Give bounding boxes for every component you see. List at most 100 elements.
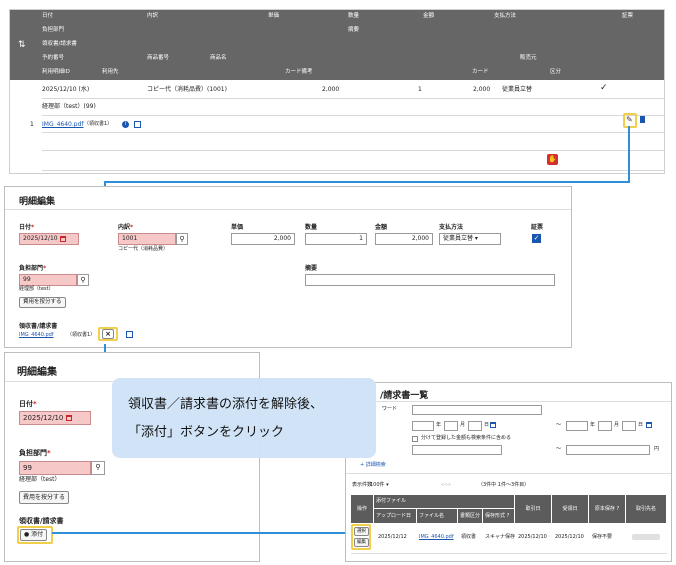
date-input[interactable]: 2025/12/10: [19, 411, 91, 425]
voucher-checkbox[interactable]: ✓: [532, 234, 541, 243]
unit-input[interactable]: 2,000: [231, 233, 295, 245]
attach-button[interactable]: ● 添付: [20, 529, 48, 541]
col-op: 操作: [351, 495, 373, 523]
date-to-year[interactable]: [566, 421, 588, 431]
date-label: 日付*: [19, 400, 37, 408]
col-method: 保存形式 ?: [483, 509, 514, 523]
col-upload: アップロード日: [374, 509, 416, 523]
receipt-file-note: （領収書1）: [67, 332, 96, 338]
header-item: 内訳: [147, 13, 159, 19]
keyword-input[interactable]: [412, 405, 542, 415]
header-category: 区分: [550, 69, 562, 75]
count-label: 表示件数: [352, 482, 373, 488]
detail-search-link[interactable]: + 詳細検索: [360, 461, 386, 470]
receipt-file-link[interactable]: IMG_4640.pdf: [19, 331, 54, 340]
header-receipt: 領収書/請求書: [42, 41, 77, 47]
amount-label: 金額: [375, 224, 388, 231]
receipt-list-panel: /請求書一覧 ワード 年 月 日 ～ 年 月 日 分けて登録した金額も検索条件に…: [345, 382, 672, 562]
header-card-note: カード備考: [285, 69, 313, 75]
split-check-label: 分けて登録した金額も検索条件に含める: [421, 435, 512, 441]
edit-panel: 明細編集 日付* 2025/12/10 内訳* 1001 ⚲ コピー代（消耗品費…: [4, 186, 572, 348]
qty-input[interactable]: 1: [305, 233, 367, 245]
calendar-icon[interactable]: [59, 235, 66, 242]
row-index: 1: [30, 121, 34, 128]
memo-input[interactable]: [305, 274, 555, 286]
remove-attachment-button[interactable]: ×: [102, 329, 114, 339]
edit-pencil-icon[interactable]: ✎: [626, 115, 633, 124]
amount-from-input[interactable]: [412, 445, 502, 455]
date-from-day[interactable]: [468, 421, 482, 431]
range-text: （3件中 1件～3件目）: [478, 482, 530, 488]
header-memo: 摘要: [348, 27, 360, 33]
info-icon[interactable]: i: [122, 121, 129, 128]
date-to-month[interactable]: [598, 421, 612, 431]
edit-title: 明細編集: [17, 367, 57, 378]
row-upload-date: 2025/12/12: [378, 534, 407, 540]
payment-select[interactable]: 従業員立替 ▾: [439, 233, 501, 245]
col-trade-date: 取引日: [515, 495, 551, 523]
split-expense-button[interactable]: 費用を按分する: [19, 297, 66, 308]
header-date: 日付: [42, 13, 54, 19]
help-icon[interactable]: ?: [507, 513, 510, 519]
calendar-icon[interactable]: [65, 415, 72, 421]
row-dept: 経理部（test）(99): [42, 103, 96, 110]
dept-label: 負担部門*: [19, 449, 51, 457]
header-unit-price: 単価: [268, 13, 280, 19]
item-input[interactable]: 1001: [118, 233, 176, 245]
row-method: スキャナ保存: [485, 534, 516, 540]
row-file-link[interactable]: IMG_4640.pdf: [419, 533, 454, 542]
sort-icon[interactable]: ⇅: [18, 40, 26, 50]
row-unit-price: 2,000: [322, 86, 340, 93]
stamp-icon[interactable]: ✋: [547, 154, 558, 165]
dept-search-icon[interactable]: ⚲: [77, 274, 89, 286]
header-payment: 支払方法: [494, 13, 517, 19]
memo-label: 摘要: [305, 265, 318, 272]
row-partner-blurred: [632, 534, 660, 540]
item-search-icon[interactable]: ⚲: [176, 233, 188, 245]
list-title: /請求書一覧: [380, 391, 429, 401]
header-dept: 負担部門: [42, 27, 65, 33]
edit-button[interactable]: 編集: [354, 538, 369, 547]
dept-search-icon[interactable]: ⚲: [91, 461, 105, 475]
header-product-no: 商品番号: [147, 55, 170, 61]
item-label: 内訳*: [118, 224, 134, 231]
calendar-icon[interactable]: [490, 422, 496, 428]
count-select[interactable]: 100件 ▾: [370, 481, 389, 490]
date-from-year[interactable]: [412, 421, 434, 431]
dept-name: 経理部（test）: [19, 286, 54, 292]
dept-label: 負担部門*: [19, 265, 47, 272]
date-to-day[interactable]: [622, 421, 636, 431]
col-receive-date: 受領日: [552, 495, 588, 523]
receipt-label: 領収書/請求書: [19, 517, 64, 525]
unit-label: 単価: [231, 224, 244, 231]
delete-trash-icon[interactable]: [640, 116, 645, 123]
date-from-month[interactable]: [444, 421, 458, 431]
col-filename: ファイル名: [417, 509, 457, 523]
row-file-link[interactable]: IMG_4640.pdf: [42, 120, 84, 129]
date-input[interactable]: 2025/12/10: [19, 233, 79, 245]
amount-to-input[interactable]: [566, 445, 650, 455]
row-amount: 2,000: [473, 86, 491, 93]
row-payment: 従業員立替: [502, 86, 533, 93]
header-qty: 数量: [348, 13, 360, 19]
help-icon[interactable]: ?: [616, 506, 619, 512]
header-amount: 金額: [423, 13, 435, 19]
header-reservation: 予約番号: [42, 55, 65, 61]
row-file-note: （領収書1）: [84, 121, 113, 127]
amount-input[interactable]: 2,000: [375, 233, 433, 245]
receipt-label: 領収書/請求書: [19, 323, 58, 330]
voucher-label: 証票: [531, 224, 544, 231]
split-checkbox[interactable]: [412, 436, 418, 442]
pager[interactable]: «‹›»: [441, 481, 451, 490]
row-qty: 1: [418, 86, 422, 93]
payment-label: 支払方法: [439, 224, 464, 231]
dept-input[interactable]: 99: [19, 461, 91, 475]
select-button[interactable]: 選択: [354, 527, 369, 536]
split-expense-button[interactable]: 費用を按分する: [19, 491, 70, 504]
callout-line2: 「添付」ボタンをクリック: [128, 425, 285, 440]
calendar-icon[interactable]: [646, 422, 652, 428]
external-link-icon[interactable]: [126, 331, 133, 338]
connector-line: [628, 126, 630, 182]
external-link-icon[interactable]: [134, 121, 141, 128]
edit-title: 明細編集: [19, 197, 56, 207]
